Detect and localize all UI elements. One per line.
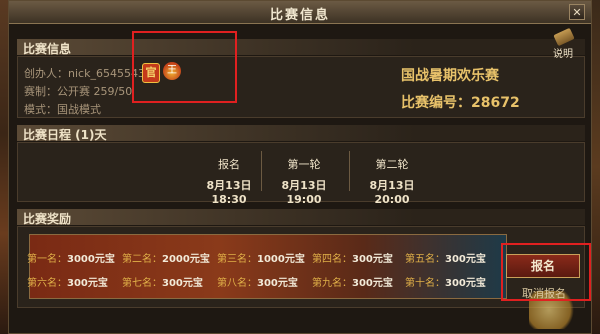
schedule-divider bbox=[349, 151, 350, 191]
schedule-label-round2: 第二轮 bbox=[375, 158, 409, 171]
match-mode-text: 模式：国战模式 bbox=[24, 103, 101, 116]
help-button[interactable]: 说明 bbox=[549, 27, 583, 60]
title-bar: 比赛信息 ✕ bbox=[9, 1, 591, 24]
rewards-banner bbox=[29, 234, 507, 299]
schedule-label-signup: 报名 bbox=[218, 158, 240, 171]
match-info-window: 比赛信息 ✕ 比赛信息 创办人：nick_654554348 赛制：公开赛 25… bbox=[8, 0, 592, 334]
schedule-time-round2: 8月13日 20:00 bbox=[369, 179, 415, 206]
schedule-label-round1: 第一轮 bbox=[287, 158, 321, 171]
hammer-icon bbox=[553, 27, 575, 47]
match-title: 国战暑期欢乐赛 bbox=[401, 68, 499, 84]
match-number: 比赛编号：28672 bbox=[401, 95, 520, 111]
match-type-text: 赛制：公开赛 259/50 bbox=[24, 85, 133, 98]
schedule-time-round1: 8月13日 19:00 bbox=[281, 179, 327, 206]
window-title: 比赛信息 bbox=[269, 8, 330, 23]
schedule-section-header: 比赛日程 (1)天 bbox=[17, 125, 585, 142]
rewards-section-title: 比赛奖励 bbox=[23, 212, 72, 226]
schedule-section-title: 比赛日程 (1)天 bbox=[23, 128, 107, 142]
reward-item: 第六名：300元宝 bbox=[27, 278, 108, 289]
schedule-divider bbox=[261, 151, 262, 191]
reward-item: 第二名：2000元宝 bbox=[122, 254, 210, 265]
rewards-section-header: 比赛奖励 bbox=[17, 209, 585, 226]
highlight-box-badges bbox=[132, 31, 237, 103]
info-section-title: 比赛信息 bbox=[23, 42, 72, 56]
reward-item: 第十名：300元宝 bbox=[405, 278, 486, 289]
reward-item: 第三名：1000元宝 bbox=[217, 254, 305, 265]
close-button[interactable]: ✕ bbox=[569, 4, 585, 20]
reward-item: 第五名：300元宝 bbox=[405, 254, 486, 265]
highlight-box-signup bbox=[501, 243, 591, 301]
reward-item: 第四名：300元宝 bbox=[312, 254, 393, 265]
reward-item: 第八名：300元宝 bbox=[217, 278, 298, 289]
info-section-header: 比赛信息 bbox=[17, 39, 585, 56]
reward-item: 第九名：300元宝 bbox=[312, 278, 393, 289]
reward-item: 第七名：300元宝 bbox=[122, 278, 203, 289]
reward-item: 第一名：3000元宝 bbox=[27, 254, 115, 265]
help-label: 说明 bbox=[553, 49, 573, 60]
schedule-time-signup: 8月13日 18:30 bbox=[206, 179, 252, 206]
